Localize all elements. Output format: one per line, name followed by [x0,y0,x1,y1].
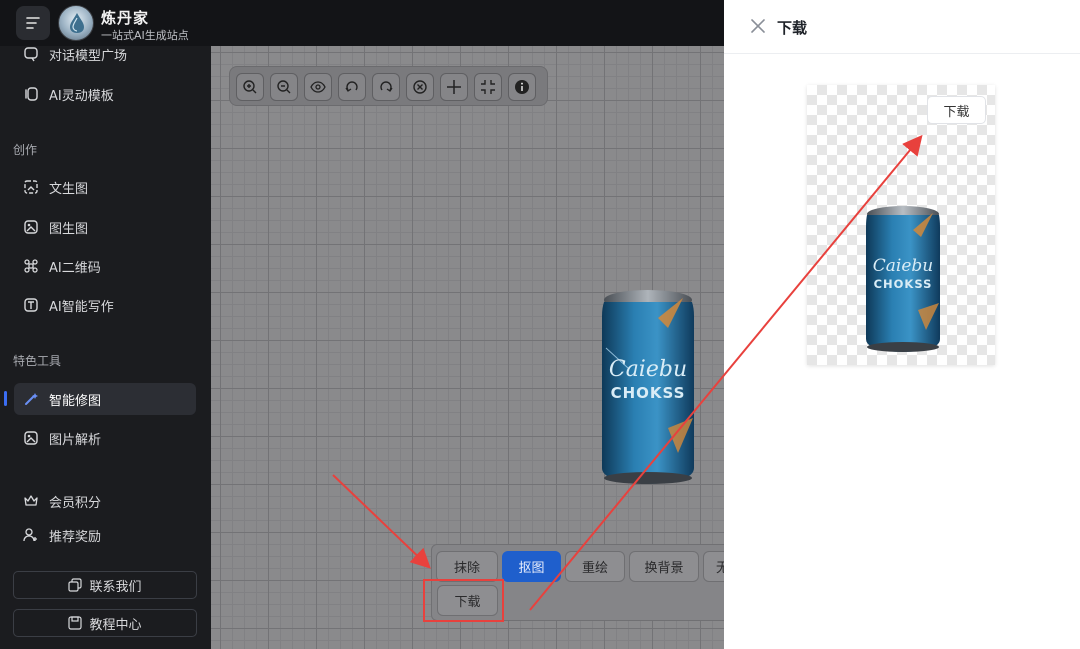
zoom-out-button[interactable] [270,73,298,101]
crown-icon [22,492,40,510]
logo [58,5,94,41]
top-bar [211,0,726,46]
logo-icon [70,13,84,33]
info-button[interactable] [508,73,536,101]
eye-icon [310,81,326,93]
clear-button[interactable] [406,73,434,101]
drawer-header: 下载 [724,0,1080,54]
cutout-label: 抠图 [518,561,545,576]
menu-icon [26,17,40,29]
text-to-image-icon [22,178,40,196]
move-icon [447,80,461,94]
brand-name: 炼丹家 [101,9,150,27]
copy-icon [68,578,83,592]
sidebar-item-chat-models[interactable]: 对话模型广场 [14,38,196,70]
cutout-can-brand-text: Caiebu [873,256,933,276]
menu-toggle-button[interactable] [16,6,50,40]
drawer-title: 下载 [777,19,808,37]
image-to-image-icon [22,218,40,236]
sidebar: 炼丹家 一站式AI生成站点 对话模型广场 AI灵动模板 创作 文生图 图生图 A… [0,0,211,649]
sidebar-item-label: 图片解析 [49,432,102,448]
annotation-highlight-box [423,579,504,622]
sidebar-item-ai-writing[interactable]: AI智能写作 [14,289,196,321]
save-icon [68,616,83,630]
cutout-can-product-text: CHOKSS [874,277,933,291]
layers-icon [22,85,40,103]
contact-us-button[interactable]: 联系我们 [13,571,197,599]
preview-button[interactable] [304,73,332,101]
text-box-icon [22,296,40,314]
sidebar-item-label: 文生图 [49,181,89,197]
can-product-text: CHOKSS [611,384,686,402]
section-title-create: 创作 [13,143,38,157]
erase-label: 抹除 [453,561,480,576]
change-background-label: 换背景 [644,561,684,576]
preview-download-label: 下载 [943,104,970,120]
info-icon [515,80,529,94]
sidebar-item-label: 智能修图 [49,393,102,409]
repaint-button[interactable]: 重绘 [565,551,625,582]
move-button[interactable] [440,73,468,101]
sidebar-item-text-to-image[interactable]: 文生图 [14,171,196,203]
product-image: Caiebu CHOKSS [602,290,694,484]
sidebar-item-label: 推荐奖励 [49,529,102,545]
preview-download-button[interactable]: 下载 [927,96,986,124]
repaint-label: 重绘 [581,561,608,576]
can-brand-text: Caiebu [609,357,687,382]
chat-bubble-icon [22,45,40,63]
zoom-in-button[interactable] [236,73,264,101]
image-parse-icon [22,429,40,447]
cutout-product-image: Caiebu CHOKSS [866,206,940,352]
magic-wand-icon [22,390,40,408]
sidebar-item-label: 图生图 [49,221,89,237]
sidebar-item-label: AI二维码 [49,260,101,276]
canvas-toolbar [229,66,548,106]
redo-icon [380,81,393,92]
clear-icon [413,80,427,94]
redo-button[interactable] [372,73,400,101]
change-background-button[interactable]: 换背景 [629,551,699,582]
sidebar-item-smart-retouch[interactable]: 智能修图 [14,383,196,415]
tutorial-center-button[interactable]: 教程中心 [13,609,197,637]
tutorial-center-label: 教程中心 [89,617,142,633]
user-add-icon [22,526,40,544]
sidebar-item-templates[interactable]: AI灵动模板 [14,78,196,110]
sidebar-item-label: 对话模型广场 [49,48,128,64]
sidebar-item-label: 会员积分 [49,495,102,511]
sidebar-item-image-parse[interactable]: 图片解析 [14,422,196,454]
active-indicator [4,391,7,406]
cutout-button[interactable]: 抠图 [502,551,561,582]
sidebar-item-qrcode[interactable]: AI二维码 [14,250,196,282]
section-title-tools: 特色工具 [13,354,62,368]
undo-icon [345,81,358,92]
erase-button[interactable]: 抹除 [436,551,498,582]
zoom-out-icon [277,80,291,94]
undo-button[interactable] [338,73,366,101]
sidebar-item-membership[interactable]: 会员积分 [14,485,196,517]
sidebar-item-label: AI灵动模板 [49,88,114,104]
contact-us-label: 联系我们 [89,579,142,595]
qrcode-icon [22,257,40,275]
sidebar-item-image-to-image[interactable]: 图生图 [14,211,196,243]
fit-screen-icon [481,80,495,94]
zoom-in-icon [243,80,257,94]
close-icon[interactable] [750,18,766,34]
sidebar-item-label: AI智能写作 [49,299,114,315]
sidebar-item-referral[interactable]: 推荐奖励 [14,519,196,551]
fit-screen-button[interactable] [474,73,502,101]
